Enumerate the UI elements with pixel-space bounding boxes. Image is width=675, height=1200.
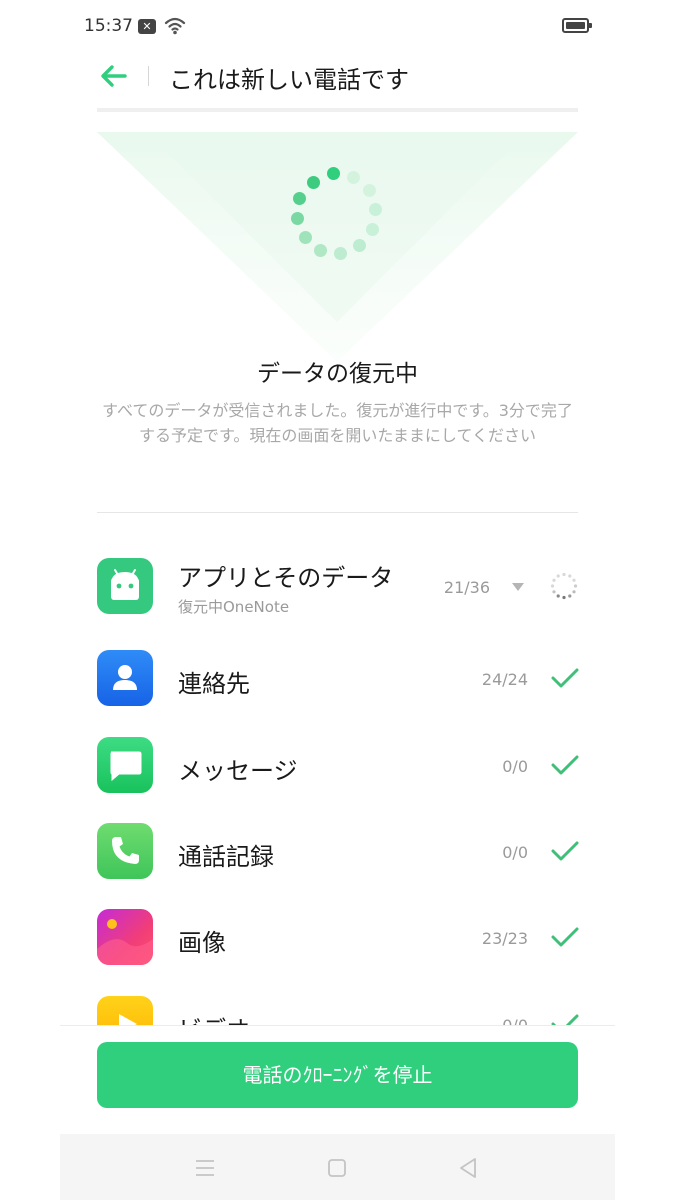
image-icon	[97, 909, 153, 965]
system-nav-bar	[60, 1134, 615, 1200]
list-item-video[interactable]: ビデオ 0/0	[97, 996, 579, 1026]
chevron-down-icon[interactable]	[511, 582, 525, 592]
loading-spinner-icon	[550, 572, 578, 600]
item-sublabel: 復元中OneNote	[178, 598, 290, 616]
item-count: 0/0	[502, 757, 528, 776]
item-label: アプリとそのデータ	[178, 564, 394, 592]
message-icon	[97, 737, 153, 793]
phone-icon	[97, 823, 153, 879]
check-icon	[551, 841, 579, 861]
item-count: 0/0	[502, 843, 528, 862]
contact-icon	[97, 650, 153, 706]
back-icon[interactable]	[456, 1156, 480, 1180]
home-icon[interactable]	[325, 1156, 349, 1180]
phone-screen: 15:37 ✕ これは新しい電話です データの復元中 すべてのデータが受信されま…	[60, 0, 615, 1200]
item-count: 21/36	[443, 578, 490, 597]
list-item-call-log[interactable]: 通話記録 0/0	[97, 823, 579, 881]
stop-cloning-button[interactable]: 電話のｸﾛｰﾆﾝｸﾞを停止	[97, 1042, 578, 1108]
list-item-apps[interactable]: アプリとそのデータ 復元中OneNote 21/36	[97, 558, 578, 616]
restore-category-list[interactable]: アプリとそのデータ 復元中OneNote 21/36 連絡先 24/24 メッセ…	[60, 0, 615, 1026]
item-label: 通話記録	[178, 843, 274, 871]
item-label: 画像	[178, 929, 226, 957]
check-icon	[551, 927, 579, 947]
check-icon	[551, 755, 579, 775]
check-icon	[551, 1014, 579, 1026]
item-label: メッセージ	[178, 757, 298, 785]
item-count: 23/23	[481, 929, 528, 948]
list-item-contacts[interactable]: 連絡先 24/24	[97, 650, 579, 708]
item-label: 連絡先	[178, 670, 250, 698]
item-count: 24/24	[481, 670, 528, 689]
item-label: ビデオ	[178, 1010, 250, 1026]
menu-icon[interactable]	[193, 1156, 217, 1180]
list-item-messages[interactable]: メッセージ 0/0	[97, 737, 579, 795]
video-icon	[97, 996, 153, 1026]
check-icon	[551, 668, 579, 688]
list-item-images[interactable]: 画像 23/23	[97, 909, 579, 967]
android-icon	[97, 558, 153, 614]
